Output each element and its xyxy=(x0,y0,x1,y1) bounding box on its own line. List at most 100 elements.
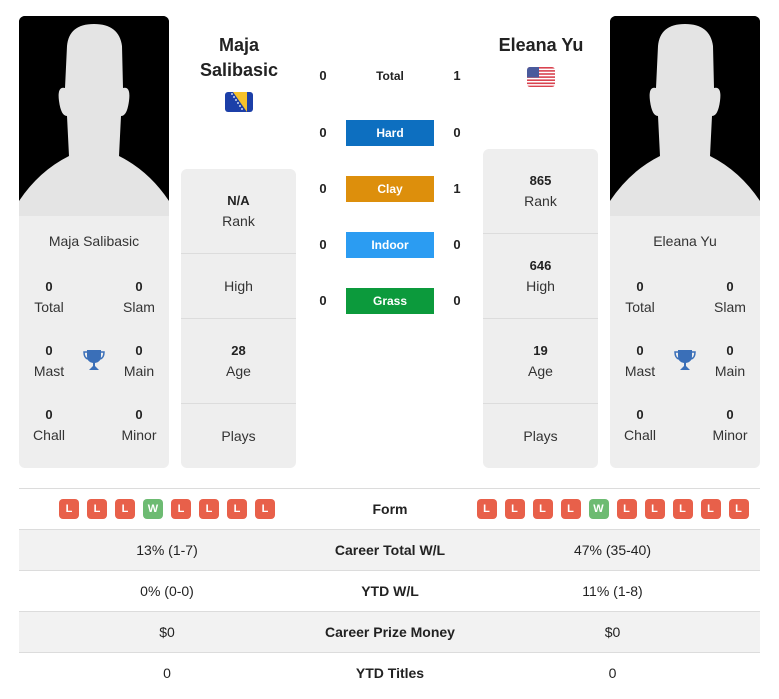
stat-plays-right: Plays xyxy=(483,404,598,468)
titles-minor-label: Minor xyxy=(121,427,157,443)
silhouette-icon xyxy=(610,16,760,216)
ytd-titles-right: 0 xyxy=(608,665,617,681)
table-row: 13% (1-7) Career Total W/L 47% (35-40) xyxy=(19,529,760,570)
ytd-titles-left: 0 xyxy=(163,665,171,681)
titles-slam-value: 0 xyxy=(135,279,143,294)
stat-age-left: 28 Age xyxy=(181,319,296,404)
titles-main-label: Main xyxy=(123,363,155,379)
h2h-indoor-row: 0 Indoor 0 xyxy=(300,232,480,258)
stat-plays-label: Plays xyxy=(523,428,558,444)
form-badge-loss[interactable]: L xyxy=(560,499,581,519)
bosnia-herzegovina-flag-icon xyxy=(225,92,253,112)
stat-rank-label: Rank xyxy=(222,213,255,229)
stat-plays-label: Plays xyxy=(221,428,256,444)
form-badge-win[interactable]: W xyxy=(588,499,609,519)
stats-panel-right: 865 Rank 646 High 19 Age Plays xyxy=(483,149,598,468)
form-badge-loss[interactable]: L xyxy=(199,499,219,519)
h2h-hard-right: 0 xyxy=(453,125,461,140)
h2h-total-label: Total xyxy=(376,69,404,83)
titles-chall-label: Chall xyxy=(33,427,65,443)
titles-total-value: 0 xyxy=(636,279,644,294)
form-badge-loss[interactable]: L xyxy=(644,499,665,519)
form-badge-loss[interactable]: L xyxy=(255,499,275,519)
form-badge-loss[interactable]: L xyxy=(476,499,497,519)
h2h-grass-row: 0 Grass 0 xyxy=(300,288,480,314)
stat-rank-value: 865 xyxy=(529,173,552,188)
table-row: 0 YTD Titles 0 xyxy=(19,652,760,693)
form-badge-loss[interactable]: L xyxy=(700,499,721,519)
player-photo-left xyxy=(19,16,169,216)
h2h-grass-left: 0 xyxy=(319,293,327,308)
form-badge-loss[interactable]: L xyxy=(672,499,693,519)
surface-badge-hard[interactable]: Hard xyxy=(346,120,434,146)
stat-high-label: High xyxy=(526,278,555,294)
form-badge-loss[interactable]: L xyxy=(504,499,525,519)
stat-high-value: 646 xyxy=(529,258,552,273)
comparison-table: LLLWLLLL Form LLLLWLLLLL 13% (1-7) Caree… xyxy=(19,488,760,693)
trophy-icon xyxy=(82,348,106,372)
trophy-icon xyxy=(673,348,697,372)
titles-minor-left: 0 Minor xyxy=(109,405,169,445)
stat-high-left: High xyxy=(181,254,296,319)
h2h-total-right: 1 xyxy=(453,68,461,83)
table-row: $0 Career Prize Money $0 xyxy=(19,611,760,652)
titles-main-left: 0 Main xyxy=(109,341,169,381)
titles-slam-label: Slam xyxy=(714,299,746,315)
h2h-grass-right: 0 xyxy=(453,293,461,308)
prize-money-right: $0 xyxy=(604,624,621,640)
stat-rank-left: N/A Rank xyxy=(181,169,296,254)
stat-high-label: High xyxy=(224,278,253,294)
titles-slam-left: 0 Slam xyxy=(109,277,169,317)
prize-money-left: $0 xyxy=(159,624,175,640)
stat-age-label: Age xyxy=(226,363,251,379)
ytd-wl-label: YTD W/L xyxy=(361,583,419,599)
player-name-left-line2[interactable]: Salibasic xyxy=(180,58,298,83)
form-badge-loss[interactable]: L xyxy=(115,499,135,519)
titles-mast-left: 0 Mast xyxy=(19,341,79,381)
titles-mast-label: Mast xyxy=(624,363,656,379)
form-badge-loss[interactable]: L xyxy=(171,499,191,519)
form-badge-loss[interactable]: L xyxy=(227,499,247,519)
titles-minor-right: 0 Minor xyxy=(700,405,760,445)
titles-mast-value: 0 xyxy=(636,343,644,358)
player-name-card-left[interactable]: Maja Salibasic xyxy=(19,233,169,249)
titles-total-label: Total xyxy=(625,299,655,315)
player-name-right[interactable]: Eleana Yu xyxy=(483,33,599,58)
surface-badge-grass[interactable]: Grass xyxy=(346,288,434,314)
form-badges-left: LLLWLLLL xyxy=(19,499,315,519)
career-wl-left: 13% (1-7) xyxy=(136,542,198,558)
silhouette-icon xyxy=(19,16,169,216)
form-badge-loss[interactable]: L xyxy=(59,499,79,519)
player-name-card-right[interactable]: Eleana Yu xyxy=(610,233,760,249)
form-badge-loss[interactable]: L xyxy=(87,499,107,519)
form-badge-loss[interactable]: L xyxy=(616,499,637,519)
titles-chall-right: 0 Chall xyxy=(610,405,670,445)
h2h-clay-right: 1 xyxy=(453,181,461,196)
titles-mast-label: Mast xyxy=(33,363,65,379)
ytd-wl-right: 11% (1-8) xyxy=(582,583,643,599)
player-name-left-line1[interactable]: Maja xyxy=(180,33,298,58)
career-wl-right: 47% (35-40) xyxy=(573,542,652,558)
form-badge-win[interactable]: W xyxy=(143,499,163,519)
player-name-left[interactable]: Maja Salibasic xyxy=(180,33,298,83)
titles-total-right: 0 Total xyxy=(610,277,670,317)
stat-age-value: 28 xyxy=(231,343,246,358)
titles-total-value: 0 xyxy=(45,279,53,294)
stats-panel-left: N/A Rank High 28 Age Plays xyxy=(181,169,296,468)
form-badge-loss[interactable]: L xyxy=(532,499,553,519)
surface-badge-clay[interactable]: Clay xyxy=(346,176,434,202)
form-badge-loss[interactable]: L xyxy=(728,499,749,519)
stat-age-value: 19 xyxy=(533,343,548,358)
h2h-indoor-right: 0 xyxy=(453,237,461,252)
h2h-indoor-left: 0 xyxy=(319,237,327,252)
ytd-wl-left: 0% (0-0) xyxy=(140,583,194,599)
h2h-clay-row: 0 Clay 1 xyxy=(300,176,480,202)
titles-chall-value: 0 xyxy=(636,407,644,422)
titles-card-left: Maja Salibasic 0 Total 0 Slam 0 Mast 0 M… xyxy=(19,216,169,468)
titles-slam-value: 0 xyxy=(726,279,734,294)
titles-main-right: 0 Main xyxy=(700,341,760,381)
table-row: 0% (0-0) YTD W/L 11% (1-8) xyxy=(19,570,760,611)
form-row: LLLWLLLL Form LLLLWLLLLL xyxy=(19,488,760,529)
surface-badge-indoor[interactable]: Indoor xyxy=(346,232,434,258)
stat-rank-value: N/A xyxy=(227,193,250,208)
